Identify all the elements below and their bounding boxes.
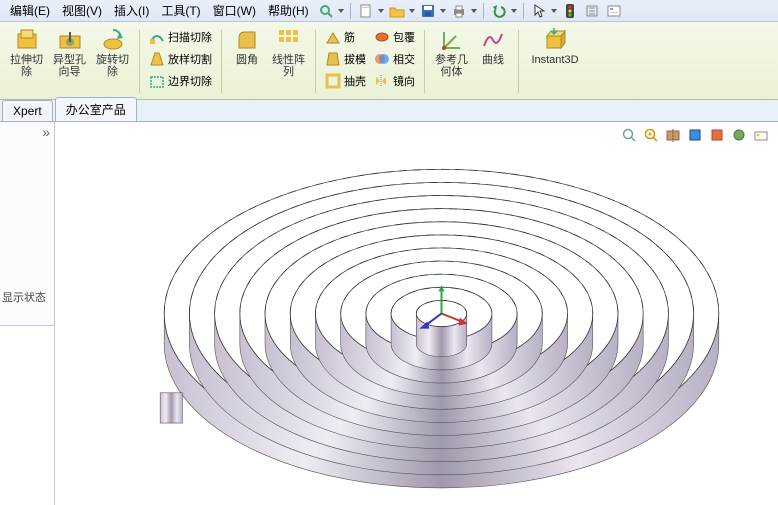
fillet-button[interactable]: 圆角 [228, 26, 266, 97]
collapse-icon[interactable]: » [42, 124, 50, 140]
button-label: 筋 [344, 29, 355, 45]
spiral-model [115, 132, 768, 495]
undo-icon[interactable] [488, 2, 510, 20]
new-doc-icon[interactable] [355, 2, 377, 20]
save-icon[interactable] [417, 2, 439, 20]
chevron-down-icon[interactable] [510, 2, 519, 20]
chevron-down-icon[interactable] [408, 2, 417, 20]
button-label: 参考几 何体 [435, 54, 468, 78]
chevron-down-icon[interactable] [337, 2, 346, 20]
rebuild-icon[interactable] [581, 2, 603, 20]
button-label: 抽壳 [344, 73, 366, 89]
instant3d-button[interactable]: Instant3D [525, 26, 585, 97]
revolve-cut-button[interactable]: 旋转切 除 [92, 26, 133, 97]
loft-cut-button[interactable]: 放样切割 [146, 48, 215, 70]
mirror-button[interactable]: 镜向 [371, 70, 418, 92]
button-label: 圆角 [236, 54, 258, 66]
menu-view[interactable]: 视图(V) [56, 0, 108, 21]
draft-button[interactable]: 拔模 [322, 48, 369, 70]
menu-edit[interactable]: 编辑(E) [4, 0, 56, 21]
chevron-down-icon[interactable] [470, 2, 479, 20]
sweep-cut-button[interactable]: 扫描切除 [146, 26, 215, 48]
search-icon[interactable] [315, 2, 337, 20]
button-label: 线性阵 列 [272, 54, 305, 78]
wrap-button[interactable]: 包覆 [371, 26, 418, 48]
graphics-viewport[interactable] [55, 122, 778, 505]
tab-xpert[interactable]: Xpert [2, 100, 53, 121]
hole-wizard-button[interactable]: 异型孔 向导 [49, 26, 90, 97]
ref-geometry-button[interactable]: 参考几 何体 [431, 26, 472, 97]
button-label: 包覆 [393, 29, 415, 45]
button-label: Instant3D [531, 54, 578, 66]
menu-window[interactable]: 窗口(W) [207, 0, 262, 21]
shell-button[interactable]: 抽壳 [322, 70, 369, 92]
print-icon[interactable] [448, 2, 470, 20]
feature-tree-panel: » 显示状态 [0, 122, 55, 505]
button-label: 拔模 [344, 51, 366, 67]
boundary-cut-button[interactable]: 边界切除 [146, 70, 215, 92]
main-area: » 显示状态 [0, 122, 778, 505]
tab-office[interactable]: 办公室产品 [55, 97, 137, 121]
chevron-down-icon[interactable] [550, 2, 559, 20]
display-state-label: 显示状态 [2, 289, 46, 305]
button-label: 边界切除 [168, 73, 212, 89]
ribbon-toolbar: 拉伸切 除 异型孔 向导 旋转切 除 扫描切除 放样切割 边界切除 圆角 线性阵… [0, 22, 778, 100]
spiral-svg [115, 132, 768, 495]
menu-help[interactable]: 帮助(H) [262, 0, 315, 21]
menubar: 编辑(E) 视图(V) 插入(I) 工具(T) 窗口(W) 帮助(H) [0, 0, 778, 22]
button-label: 放样切割 [168, 51, 212, 67]
traffic-icon[interactable] [559, 2, 581, 20]
button-label: 异型孔 向导 [53, 54, 86, 78]
curves-button[interactable]: 曲线 [474, 26, 512, 97]
button-label: 拉伸切 除 [10, 54, 43, 78]
linear-pattern-button[interactable]: 线性阵 列 [268, 26, 309, 97]
extrude-cut-button[interactable]: 拉伸切 除 [6, 26, 47, 97]
menu-tools[interactable]: 工具(T) [155, 0, 206, 21]
button-label: 镜向 [393, 73, 415, 89]
open-icon[interactable] [386, 2, 408, 20]
button-label: 旋转切 除 [96, 54, 129, 78]
menu-insert[interactable]: 插入(I) [108, 0, 155, 21]
button-label: 曲线 [482, 54, 504, 66]
button-label: 相交 [393, 51, 415, 67]
button-label: 扫描切除 [168, 29, 212, 45]
options-icon[interactable] [603, 2, 625, 20]
intersect-button[interactable]: 相交 [371, 48, 418, 70]
rib-button[interactable]: 筋 [322, 26, 369, 48]
tab-row: Xpert 办公室产品 [0, 100, 778, 122]
chevron-down-icon[interactable] [439, 2, 448, 20]
chevron-down-icon[interactable] [377, 2, 386, 20]
select-icon[interactable] [528, 2, 550, 20]
panel-lower [0, 325, 54, 505]
